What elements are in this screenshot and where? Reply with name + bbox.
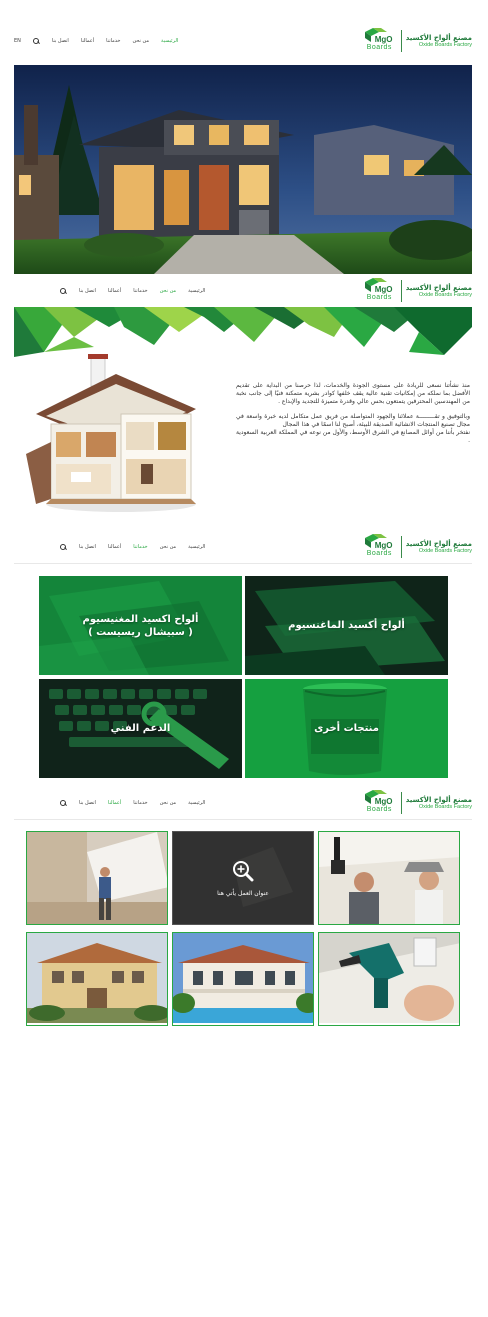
logo[interactable]: MgO Boards مصنع ألواح الأكسيد Oxide Boar… (361, 28, 472, 54)
logo-boards: Boards (366, 44, 392, 51)
logo-mark-icon: MgO Boards (361, 534, 397, 560)
gallery-hover-overlay: عنوان العمل يأتي هنا (173, 832, 313, 924)
service-tile-mgo-boards[interactable]: ألواح أكسيد الماغنسيوم (245, 576, 448, 675)
nav-about[interactable]: من نحن (160, 544, 177, 550)
gallery-item[interactable] (172, 932, 314, 1026)
nav-home[interactable]: الرئيسية (188, 544, 205, 550)
nav-services[interactable]: خدماتنا (133, 544, 147, 550)
logo-mgo: MgO (374, 797, 393, 806)
nav-services[interactable]: خدماتنا (133, 800, 147, 806)
logo-text: مصنع ألواح الأكسيد Oxide Boards Factory (406, 34, 472, 48)
service-label-line2: ( سبيشال ريسيست ) (88, 626, 193, 638)
logo-name-ar: مصنع ألواح الأكسيد (405, 284, 472, 292)
main-nav: اتصل بنا أعمالنا خدماتنا من نحن الرئيسية (60, 287, 205, 295)
service-label: منتجات أخرى (314, 723, 379, 734)
nav-contact[interactable]: اتصل بنا (79, 288, 96, 294)
logo-text: مصنع ألواح الأكسيد Oxide Boards Factory (406, 540, 472, 554)
nav-home[interactable]: الرئيسية (188, 288, 205, 294)
service-label: ألواح اكسيد المغنيسيوم ( سبيشال ريسيست ) (83, 613, 199, 639)
logo[interactable]: MgO Boards مصنع ألواح الأكسيد Oxide Boar… (361, 278, 472, 304)
nav-about[interactable]: من نحن (160, 288, 177, 294)
services-grid: ألواح اكسيد المغنيسيوم ( سبيشال ريسيست )… (39, 576, 448, 779)
logo-name-ar: مصنع ألواح الأكسيد (405, 540, 472, 548)
nav-works[interactable]: أعمالنا (108, 800, 121, 806)
logo-name-en: Oxide Boards Factory (418, 292, 472, 298)
works-gallery: عنوان العمل يأتي هنا (26, 831, 460, 1026)
logo-mgo: MgO (374, 285, 393, 294)
nav-contact[interactable]: اتصل بنا (79, 800, 96, 806)
nav-about[interactable]: من نحن (160, 800, 177, 806)
nav-about[interactable]: من نحن (133, 38, 150, 44)
gallery-item[interactable] (26, 932, 168, 1026)
divider (14, 819, 472, 820)
logo-mark-icon: MgO Boards (361, 790, 397, 816)
nav-works[interactable]: أعمالنا (108, 288, 121, 294)
about-paragraph-1: منذ نشأتنا نسعى للريادة على مستوى الجودة… (236, 382, 470, 406)
service-label-line1: ألواح اكسيد المغنيسيوم (82, 613, 199, 625)
main-nav: اتصل بنا أعمالنا خدماتنا من نحن الرئيسية (60, 799, 205, 807)
nav-contact[interactable]: اتصل بنا (52, 38, 69, 44)
logo-mark-icon: MgO Boards (361, 28, 397, 54)
search-icon[interactable] (60, 287, 67, 295)
logo-name-ar: مصنع ألواح الأكسيد (405, 796, 472, 804)
about-paragraph-3: نفتخر بأننا من أوائل المصانع في الشرق ال… (236, 429, 470, 445)
logo-boards: Boards (366, 550, 392, 557)
nav-lang[interactable]: EN (14, 38, 21, 44)
service-tile-other-products[interactable]: منتجات أخرى (245, 679, 448, 778)
logo-mgo: MgO (374, 541, 393, 550)
gallery-item[interactable] (318, 932, 460, 1026)
header-about: اتصل بنا أعمالنا خدماتنا من نحن الرئيسية… (14, 274, 472, 308)
nav-home[interactable]: الرئيسية (188, 800, 205, 806)
logo-name-en: Oxide Boards Factory (418, 804, 472, 810)
logo-separator (400, 536, 402, 558)
about-paragraph-2: وبالتوفيق و تقـــــــــة عملائنا والجهود… (236, 412, 470, 428)
logo-name-en: Oxide Boards Factory (418, 42, 472, 48)
about-text: منذ نشأتنا نسعى للريادة على مستوى الجودة… (236, 382, 470, 451)
logo-text: مصنع ألواح الأكسيد Oxide Boards Factory (406, 796, 472, 810)
search-icon[interactable] (60, 799, 67, 807)
search-icon[interactable] (32, 37, 40, 45)
logo-separator (400, 30, 402, 52)
service-label: ألواح أكسيد الماغنسيوم (288, 620, 405, 631)
service-tile-tech-support[interactable]: الدعم الفني (39, 679, 242, 778)
logo-boards: Boards (366, 294, 392, 301)
nav-services[interactable]: خدماتنا (133, 288, 147, 294)
gallery-item[interactable] (26, 831, 168, 925)
zoom-in-icon[interactable] (232, 860, 254, 882)
logo-text: مصنع ألواح الأكسيد Oxide Boards Factory (406, 284, 472, 298)
logo-separator (400, 792, 402, 814)
nav-services[interactable]: خدماتنا (106, 38, 120, 44)
logo-name-en: Oxide Boards Factory (418, 548, 472, 554)
main-nav: EN اتصل بنا أعمالنا خدماتنا من نحن الرئي… (14, 37, 178, 45)
logo-separator (400, 280, 402, 302)
main-nav: اتصل بنا أعمالنا خدماتنا من نحن الرئيسية (60, 543, 205, 551)
header-home: EN اتصل بنا أعمالنا خدماتنا من نحن الرئي… (14, 24, 472, 58)
about-banner (14, 307, 472, 359)
service-label: الدعم الفني (110, 723, 171, 734)
logo-mgo: MgO (374, 35, 393, 44)
divider (14, 563, 472, 564)
logo[interactable]: MgO Boards مصنع ألواح الأكسيد Oxide Boar… (361, 534, 472, 560)
logo-mark-icon: MgO Boards (361, 278, 397, 304)
house-cutaway-image (26, 354, 206, 514)
hero-image (14, 65, 472, 274)
header-services: اتصل بنا أعمالنا خدماتنا من نحن الرئيسية… (14, 530, 472, 564)
header-works: اتصل بنا أعمالنا خدماتنا من نحن الرئيسية… (14, 786, 472, 820)
logo-name-ar: مصنع ألواح الأكسيد (405, 34, 472, 42)
search-icon[interactable] (60, 543, 67, 551)
nav-works[interactable]: أعمالنا (81, 38, 94, 44)
gallery-caption: عنوان العمل يأتي هنا (217, 889, 269, 897)
nav-works[interactable]: أعمالنا (108, 544, 121, 550)
nav-home[interactable]: الرئيسية (161, 38, 178, 44)
gallery-item-hovered[interactable]: عنوان العمل يأتي هنا (172, 831, 314, 925)
logo[interactable]: MgO Boards مصنع ألواح الأكسيد Oxide Boar… (361, 790, 472, 816)
nav-contact[interactable]: اتصل بنا (79, 544, 96, 550)
gallery-item[interactable] (318, 831, 460, 925)
service-tile-special-boards[interactable]: ألواح اكسيد المغنيسيوم ( سبيشال ريسيست ) (39, 576, 242, 675)
logo-boards: Boards (366, 806, 392, 813)
